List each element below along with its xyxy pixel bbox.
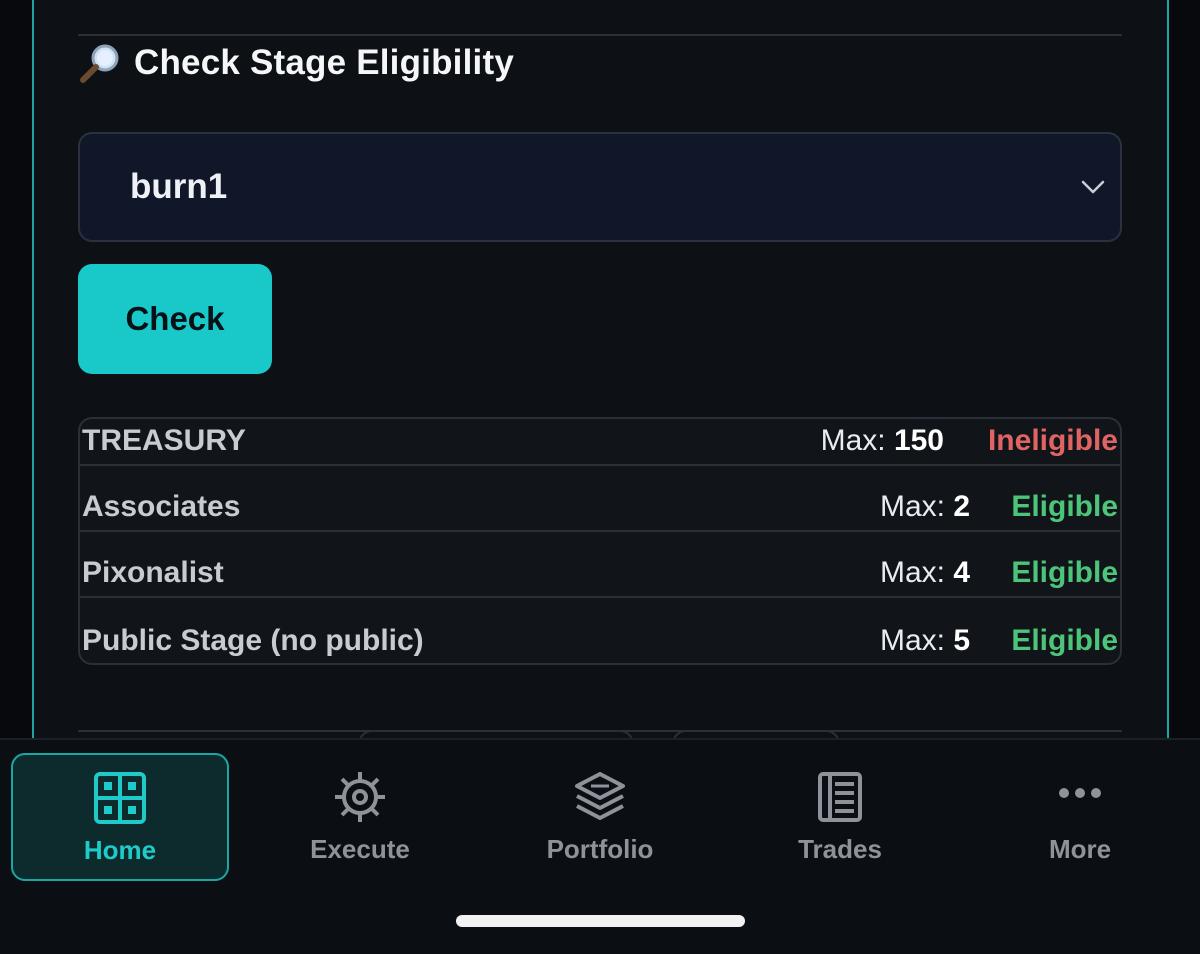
result-row: Public Stage (no public) Max: 5 Eligible (80, 598, 1120, 663)
stage-status: Ineligible (987, 424, 1118, 457)
nav-more[interactable]: More (971, 754, 1189, 880)
check-button[interactable]: Check (78, 264, 272, 374)
home-indicator[interactable] (456, 915, 745, 927)
nav-label: Trades (798, 834, 882, 864)
page: Check Stage Eligibility burn1 Check TREA… (0, 0, 1200, 954)
stage-status: Eligible (1011, 490, 1118, 523)
stage-select[interactable]: burn1 (78, 132, 1122, 242)
chevron-down-icon (1081, 180, 1105, 194)
layers-icon (575, 772, 625, 820)
stage-name: Pixonalist (82, 556, 224, 589)
stage-status: Eligible (1011, 556, 1118, 589)
nav-label: Execute (310, 834, 410, 864)
nav-label: Home (83, 835, 157, 865)
divider (78, 34, 1122, 36)
stage-name: TREASURY (82, 424, 246, 457)
stage-max: Max: 2 (879, 490, 970, 523)
crosshair-gear-icon (335, 772, 385, 822)
result-row: Pixonalist Max: 4 Eligible (80, 532, 1120, 598)
more-dots-icon (1059, 788, 1101, 798)
magnifying-glass-icon (80, 44, 119, 83)
section-header: Check Stage Eligibility (78, 40, 514, 86)
nav-portfolio[interactable]: Portfolio (491, 754, 709, 880)
stage-max: Max: 150 (820, 424, 944, 457)
stage-max: Max: 4 (879, 556, 970, 589)
nav-trades[interactable]: Trades (731, 754, 949, 880)
select-value: burn1 (130, 167, 228, 206)
stage-status: Eligible (1011, 624, 1118, 657)
list-icon (818, 772, 862, 822)
nav-home[interactable]: Home (11, 753, 229, 881)
grid-icon (94, 772, 146, 824)
nav-execute[interactable]: Execute (251, 754, 469, 880)
nav-label: More (1048, 834, 1112, 864)
stage-max: Max: 5 (879, 624, 970, 657)
results-table: TREASURY Max: 150 Ineligible Associates … (78, 417, 1122, 665)
stage-name: Associates (82, 490, 241, 523)
stage-name: Public Stage (no public) (82, 624, 424, 657)
nav-label: Portfolio (546, 834, 654, 864)
result-row: Associates Max: 2 Eligible (80, 466, 1120, 532)
result-row: TREASURY Max: 150 Ineligible (80, 419, 1120, 466)
section-title: Check Stage Eligibility (134, 43, 514, 82)
